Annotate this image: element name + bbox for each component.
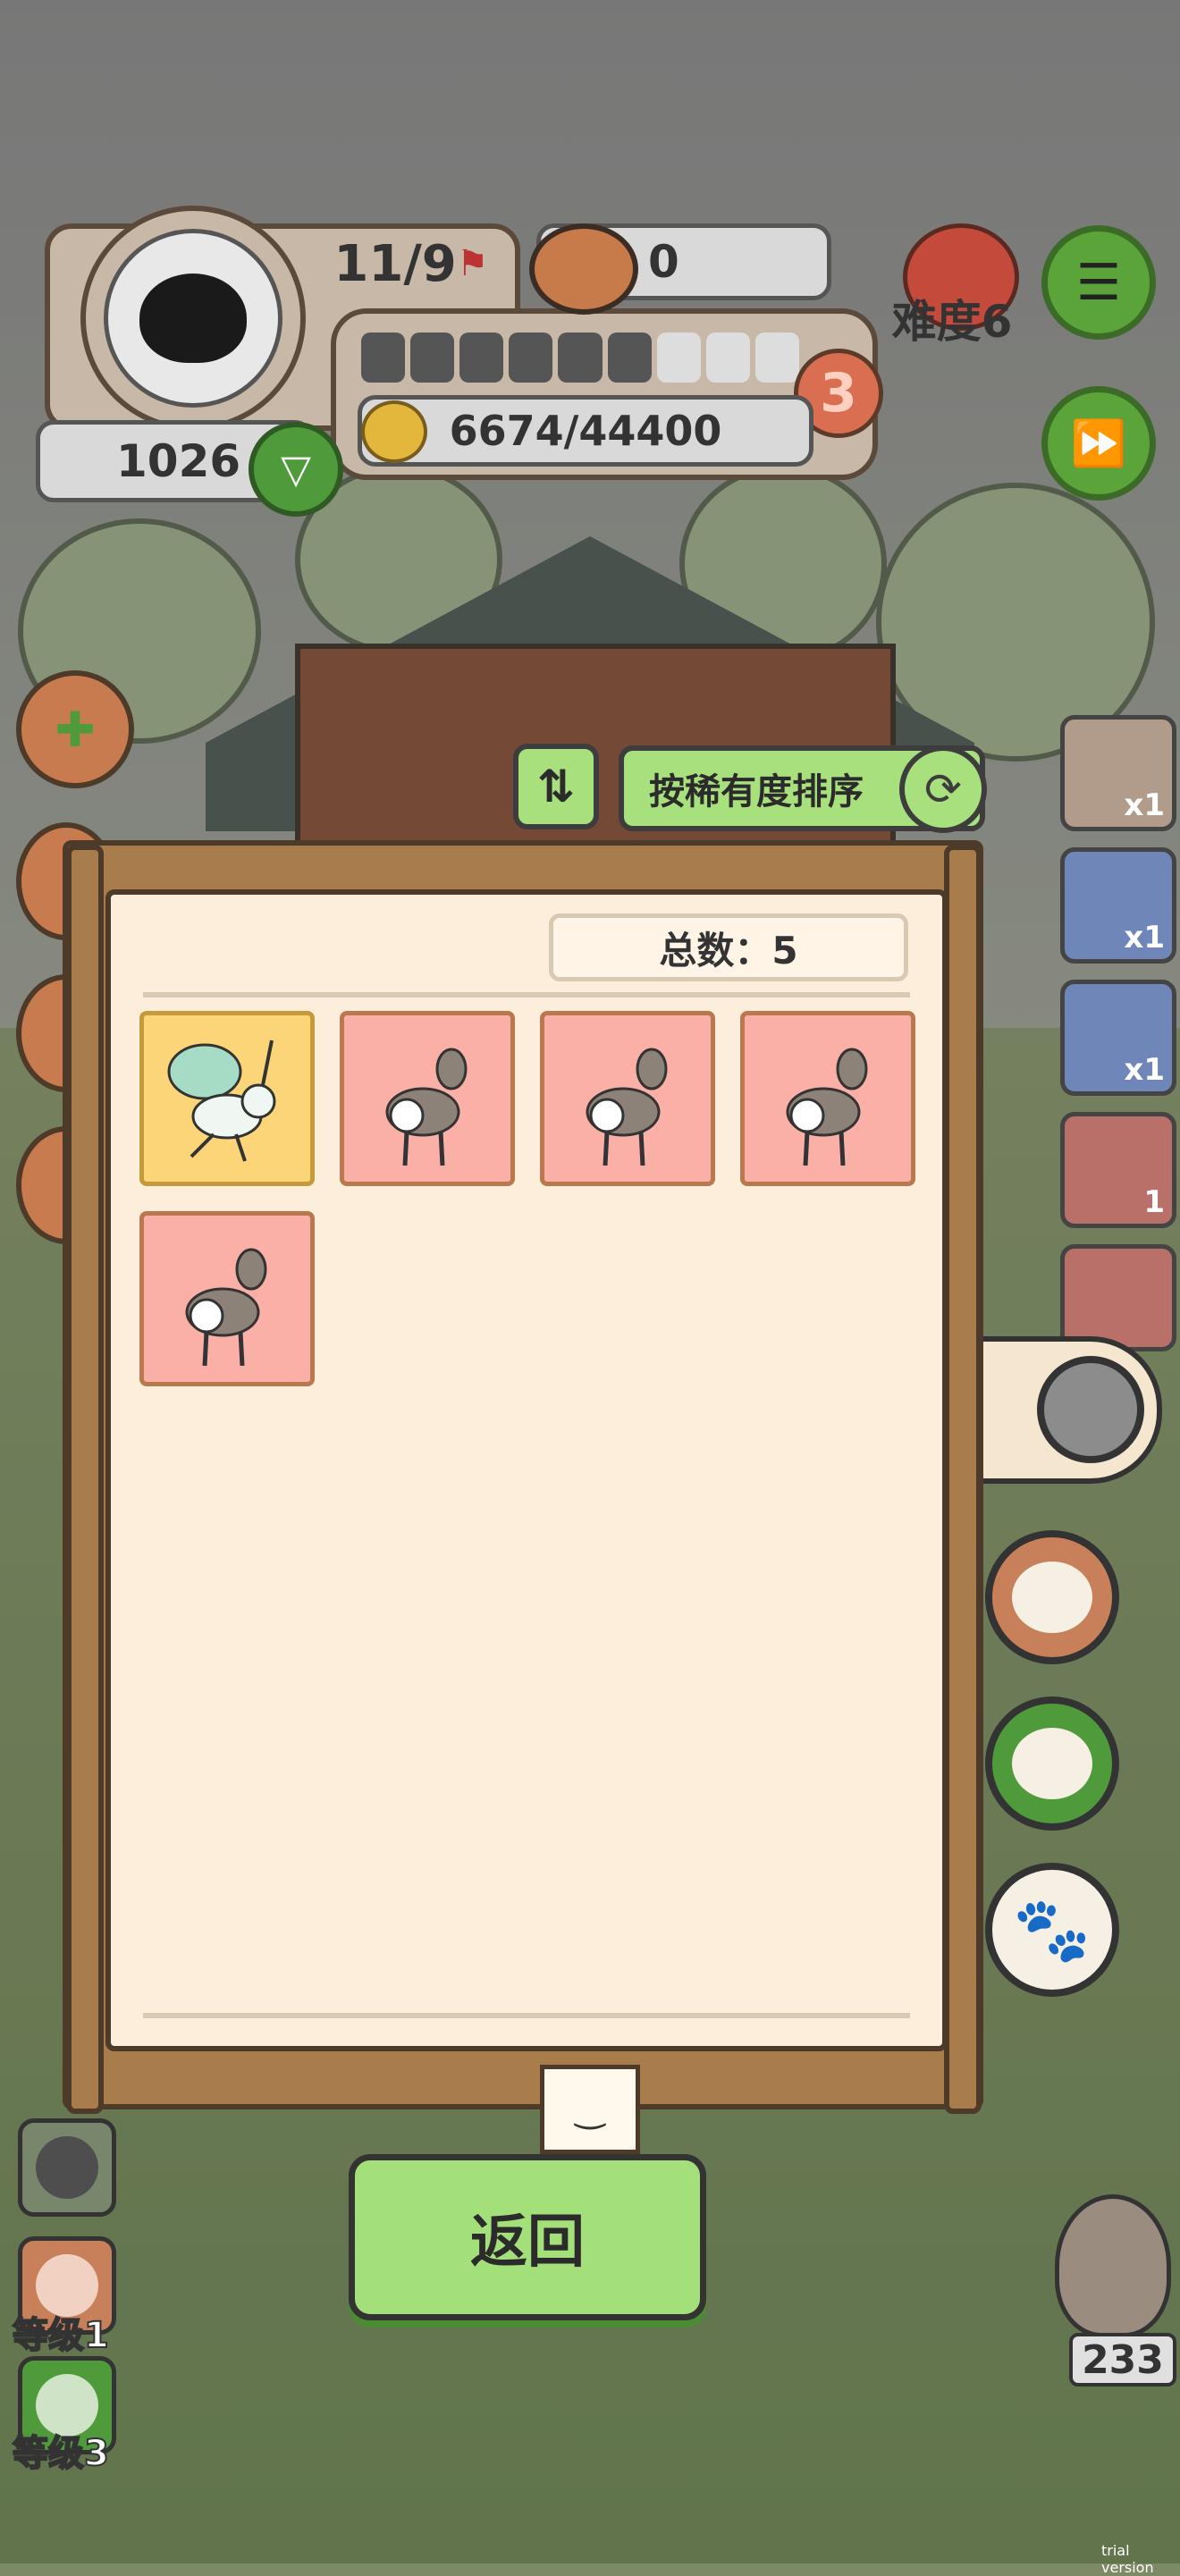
- sort-order-icon: ⇅: [537, 761, 575, 812]
- item-slot-crystal[interactable]: [1060, 1244, 1176, 1351]
- deer-icon: [786, 1048, 868, 1166]
- fast-forward-button[interactable]: ⏩: [1041, 386, 1156, 501]
- food-bowl-icon: [529, 223, 638, 315]
- category-tab-active[interactable]: [983, 1336, 1162, 1484]
- board-pull-tab[interactable]: ‿: [540, 2065, 640, 2154]
- heart-shield-icon[interactable]: ▽: [249, 422, 343, 517]
- owl-icon[interactable]: [1055, 2194, 1171, 2337]
- population-counter: 11/9 ⚑: [322, 223, 501, 304]
- spirit-deer-icon: [167, 1040, 276, 1162]
- frog-category-button[interactable]: [985, 1696, 1119, 1831]
- bird-icon: [1012, 1562, 1092, 1633]
- animal-card[interactable]: [139, 1011, 315, 1186]
- population-text: 11/9: [333, 234, 457, 293]
- menu-button[interactable]: ☰: [1041, 225, 1156, 340]
- sort-order-button[interactable]: ⇅: [513, 744, 599, 829]
- fast-forward-icon: ⏩: [1070, 417, 1127, 469]
- frog-icon: [1012, 1728, 1092, 1799]
- bird-category-button[interactable]: [985, 1530, 1119, 1664]
- item-slot-hourglass[interactable]: 1: [1060, 1112, 1176, 1228]
- difficulty-label: 难度6: [891, 296, 1013, 348]
- medkit-icon: ✚: [55, 701, 96, 758]
- coins-text: 1026: [116, 435, 241, 487]
- first-aid-button[interactable]: ✚: [16, 670, 134, 788]
- deer-icon: [385, 1048, 468, 1166]
- level-segments: [361, 333, 799, 383]
- flag-icon: ⚑: [456, 243, 489, 284]
- divider-top: [143, 992, 910, 998]
- total-count-label: 总数：5: [549, 913, 908, 981]
- item-count: 1: [1143, 1184, 1165, 1220]
- level-1-label: 等级1: [12, 2314, 110, 2357]
- menu-list-icon: ☰: [1075, 253, 1122, 312]
- locked-animal-icon: [36, 2136, 98, 2199]
- coin-icon: [361, 400, 427, 463]
- item-count: x1: [1124, 1052, 1165, 1088]
- item-slot-seed[interactable]: x1: [1060, 980, 1176, 1096]
- item-slot-nest[interactable]: x1: [1060, 847, 1176, 964]
- animal-card[interactable]: [139, 1211, 315, 1386]
- board-post-left: [66, 845, 104, 2114]
- paw-icon: 🐾: [1013, 1892, 1092, 1966]
- xp-text: 6674/44400: [449, 407, 722, 455]
- back-button[interactable]: 返回: [349, 2154, 706, 2320]
- animal-card[interactable]: [540, 1011, 715, 1186]
- item-count: x1: [1124, 920, 1165, 955]
- animal-card[interactable]: [340, 1011, 515, 1186]
- divider-bottom: [143, 2013, 910, 2018]
- watermark: trial version: [1101, 2542, 1154, 2576]
- sort-mode-label: 按稀有度排序: [649, 771, 864, 812]
- animal-silhouette-icon: [1037, 1356, 1144, 1463]
- refresh-icon[interactable]: ⟳: [899, 745, 987, 833]
- level-slot[interactable]: [18, 2118, 116, 2217]
- board-post-right: [944, 845, 982, 2114]
- black-cat-icon: [139, 274, 247, 363]
- deer-icon: [586, 1048, 668, 1166]
- owl-counter: 233: [1069, 2333, 1176, 2387]
- item-count: x1: [1124, 787, 1165, 823]
- level-3-label: 等级3: [12, 2432, 110, 2475]
- card-grid: [139, 1011, 926, 1386]
- deer-icon: [185, 1248, 267, 1367]
- food-count-text: 0: [648, 236, 679, 288]
- item-slot-peanut[interactable]: x1: [1060, 715, 1176, 831]
- back-button-label: 返回: [470, 2210, 585, 2276]
- paw-category-button[interactable]: 🐾: [985, 1863, 1119, 1997]
- avatar[interactable]: [80, 206, 306, 431]
- animal-card[interactable]: [740, 1011, 915, 1186]
- level-number: 3: [820, 362, 857, 425]
